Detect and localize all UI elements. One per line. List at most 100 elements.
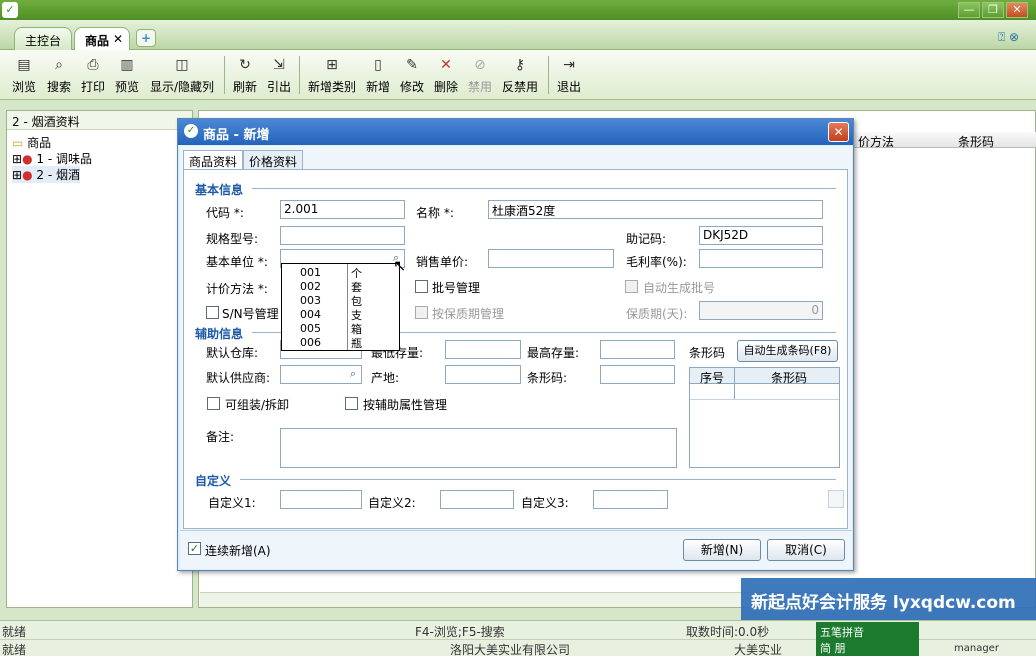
auto-batch-checkbox[interactable] — [625, 280, 638, 293]
assemble-checkbox[interactable] — [207, 397, 220, 410]
dropdown-item-unit[interactable]: 瓶 — [351, 335, 362, 351]
minimize-button[interactable]: — — [958, 2, 980, 18]
supplier-label: 默认供应商: — [206, 371, 271, 385]
ime-toolbar[interactable]: 五笔拼音简 朋 — [816, 622, 919, 656]
dialog-title: 商品 - 新增 — [203, 128, 270, 143]
max-stock-label: 最高存量: — [527, 346, 580, 360]
origin-input[interactable] — [445, 365, 521, 384]
toggle-columns-button[interactable]: ◫ 显示/隐藏列 — [148, 54, 216, 96]
grid-col-cost-method[interactable]: 价方法 — [858, 133, 894, 150]
shelf-life-checkbox[interactable] — [415, 306, 428, 319]
barcode-col-seq: 序号 — [700, 371, 725, 385]
custom3-input[interactable] — [593, 490, 668, 509]
continue-add-checkbox[interactable]: ✓ — [188, 542, 201, 555]
disable-button[interactable]: ⊘ 禁用 — [466, 54, 494, 96]
custom2-input[interactable] — [440, 490, 514, 509]
preview-icon: ▥ — [120, 57, 134, 73]
cancel-button[interactable]: 取消(C) — [767, 539, 845, 561]
tab-goods-info[interactable]: 商品资料 — [183, 150, 244, 170]
sn-checkbox[interactable] — [206, 306, 219, 319]
barcode-input[interactable] — [600, 365, 675, 384]
exit-button[interactable]: ⇥ 退出 — [555, 54, 583, 96]
search-button[interactable]: ⌕ 搜索 — [45, 54, 73, 96]
edit-label: 修改 — [399, 80, 424, 94]
status-company-short: 大美实业 — [734, 643, 783, 656]
preview-button[interactable]: ▥ 预览 — [113, 54, 141, 96]
spec-input[interactable] — [280, 226, 405, 245]
delete-button[interactable]: ✕ 删除 — [432, 54, 460, 96]
tree-node-label: 1 - 调味品 — [36, 152, 92, 166]
new-icon: ▯ — [374, 57, 382, 73]
min-stock-input[interactable] — [445, 340, 521, 359]
dropdown-item-code[interactable]: 002 — [300, 280, 321, 293]
export-label: 引出 — [266, 80, 291, 94]
maximize-button[interactable]: ❐ — [982, 2, 1004, 18]
aux-attr-label: 按辅助属性管理 — [363, 398, 448, 412]
browse-button[interactable]: ▤ 浏览 — [10, 54, 38, 96]
category-tree-panel — [6, 110, 193, 608]
mnemonic-input[interactable]: DKJ52D — [699, 226, 823, 245]
tree-node-seasoning[interactable]: ⊞● 1 - 调味品 — [12, 150, 92, 167]
custom-more-button[interactable] — [828, 490, 844, 508]
enable-icon: ⚷ — [514, 57, 526, 73]
print-button[interactable]: ⎙ 打印 — [79, 54, 107, 96]
remark-textarea[interactable] — [280, 428, 677, 468]
name-input[interactable]: 杜康酒52度 — [488, 200, 823, 219]
dialog-app-icon: ✓ — [184, 124, 198, 138]
preview-label: 预览 — [114, 80, 139, 94]
margin-label: 毛利率(%): — [626, 255, 687, 269]
help-icon[interactable]: ⍰ ⊗ — [998, 30, 1019, 45]
custom1-label: 自定义1: — [208, 496, 256, 510]
tab-goods-label: 商品 — [85, 34, 110, 48]
supplier-lookup-icon[interactable]: ⌕ — [346, 367, 360, 381]
base-unit-label: 基本单位 *: — [206, 255, 268, 269]
app-logo-icon: ✓ — [2, 2, 18, 18]
barcode-col-divider — [734, 368, 735, 399]
status-hint: F4-浏览;F5-搜索 — [415, 625, 505, 639]
exit-icon: ⇥ — [563, 57, 575, 73]
auto-batch-label: 自动生成批号 — [643, 281, 716, 295]
edit-button[interactable]: ✎ 修改 — [398, 54, 426, 96]
dropdown-item-code[interactable]: 004 — [300, 308, 321, 321]
add-category-button[interactable]: ⊞ 新增类别 — [306, 54, 358, 96]
delete-icon: ✕ — [440, 57, 452, 73]
origin-label: 产地: — [371, 371, 400, 385]
sale-price-input[interactable] — [488, 249, 614, 268]
add-tab-icon[interactable]: + — [136, 29, 156, 47]
export-button[interactable]: ⇲ 引出 — [265, 54, 293, 96]
columns-label: 显示/隐藏列 — [149, 80, 215, 94]
unit-dropdown — [281, 263, 400, 351]
tab-price-info[interactable]: 价格资料 — [243, 150, 304, 169]
aux-attr-checkbox[interactable] — [345, 397, 358, 410]
close-window-button[interactable]: ✕ — [1006, 2, 1028, 18]
auto-barcode-button[interactable]: 自动生成条码(F8) — [737, 340, 838, 362]
enable-button[interactable]: ⚷ 反禁用 — [500, 54, 540, 96]
shelf-days-input[interactable]: 0 — [699, 301, 823, 320]
grid-col-barcode[interactable]: 条形码 — [958, 133, 994, 150]
new-button[interactable]: ▯ 新增 — [364, 54, 392, 96]
tree-root[interactable]: ▭ 商品 — [12, 134, 51, 151]
refresh-button[interactable]: ↻ 刷新 — [231, 54, 259, 96]
add-button[interactable]: 新增(N) — [683, 539, 761, 561]
margin-input[interactable] — [699, 249, 823, 268]
custom1-input[interactable] — [280, 490, 362, 509]
sn-label: S/N号管理 — [222, 307, 279, 321]
tab-main-console[interactable]: 主控台 — [14, 27, 72, 50]
section-custom: 自定义 — [195, 474, 232, 488]
search-icon: ⌕ — [55, 57, 63, 73]
edit-icon: ✎ — [406, 57, 418, 73]
max-stock-input[interactable] — [600, 340, 675, 359]
tree-node-tobacco[interactable]: ⊞● 2 - 烟酒 — [12, 166, 80, 183]
print-icon: ⎙ — [87, 57, 99, 73]
dialog-close-button[interactable]: ✕ — [828, 122, 849, 142]
dropdown-item-code[interactable]: 005 — [300, 322, 321, 335]
tab-close-icon[interactable]: ✕ — [113, 32, 123, 46]
code-input[interactable]: 2.001 — [280, 200, 405, 219]
dropdown-item-code[interactable]: 003 — [300, 294, 321, 307]
batch-checkbox[interactable] — [415, 280, 428, 293]
barcode-col-code: 条形码 — [771, 371, 808, 385]
dropdown-item-code[interactable]: 001 — [300, 266, 321, 279]
category-panel-title: 2 - 烟酒资料 — [7, 111, 192, 130]
tree-node-label: 2 - 烟酒 — [36, 168, 80, 182]
dropdown-item-code[interactable]: 006 — [300, 336, 321, 349]
